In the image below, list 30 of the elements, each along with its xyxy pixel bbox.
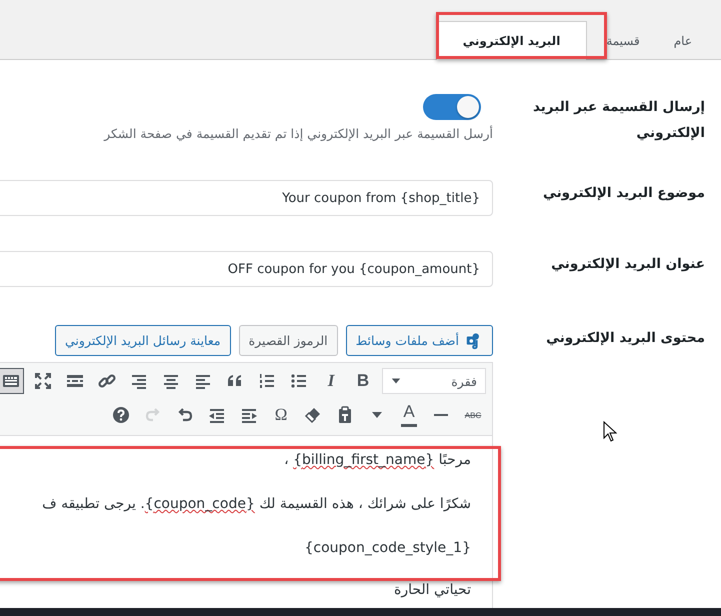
- paragraph: تحياتي الحارة: [393, 581, 471, 600]
- tab[interactable]: البريد الإلكتروني: [436, 21, 588, 60]
- shortcodes-button[interactable]: الرموز القصيرة: [238, 325, 338, 356]
- bold-button[interactable]: B: [350, 368, 376, 394]
- eraser-icon: [303, 405, 323, 425]
- help-icon: [111, 405, 131, 425]
- setting-label: عنوان البريد الإلكتروني: [550, 255, 706, 274]
- preview-button[interactable]: معاينة رسائل البريد الإلكتروني: [55, 325, 231, 356]
- mouse-pointer-icon: [603, 421, 617, 442]
- toolbar-toggle-button[interactable]: [0, 368, 24, 394]
- strikethrough-button[interactable]: ABC: [460, 402, 486, 428]
- setting-label: إرسال القسيمة عبر البريد الإلكتروني: [532, 98, 706, 143]
- format-select[interactable]: فقرة: [382, 368, 486, 394]
- tab[interactable]: عام: [658, 21, 707, 60]
- setting-description: أرسل القسيمة عبر البريد الإلكتروني إذا تم تقديم القسيمة في صفحة الشكر: [102, 126, 493, 141]
- text-field[interactable]: OFF coupon for you {coupon_amount}: [0, 251, 493, 287]
- special-character-button[interactable]: Ω: [268, 402, 294, 428]
- add-media-button[interactable]: أضف ملفات وسائط: [346, 325, 493, 356]
- numbered-list-icon: [257, 371, 277, 391]
- setting-label: محتوى البريد الإلكتروني: [545, 329, 706, 348]
- text-color-button[interactable]: A: [396, 402, 422, 428]
- caret-icon: [372, 412, 382, 418]
- text-field[interactable]: Your coupon from {shop_title}: [0, 180, 493, 216]
- fullscreen-icon: [33, 371, 53, 391]
- tab[interactable]: قسيمة: [591, 21, 655, 60]
- italic-button[interactable]: I: [318, 368, 344, 394]
- setting-label: موضوع البريد الإلكتروني: [542, 184, 706, 203]
- toggle-switch[interactable]: [423, 94, 481, 120]
- horizontal-line-icon: [434, 414, 448, 416]
- paragraph: {coupon_code_style_1}: [303, 539, 471, 558]
